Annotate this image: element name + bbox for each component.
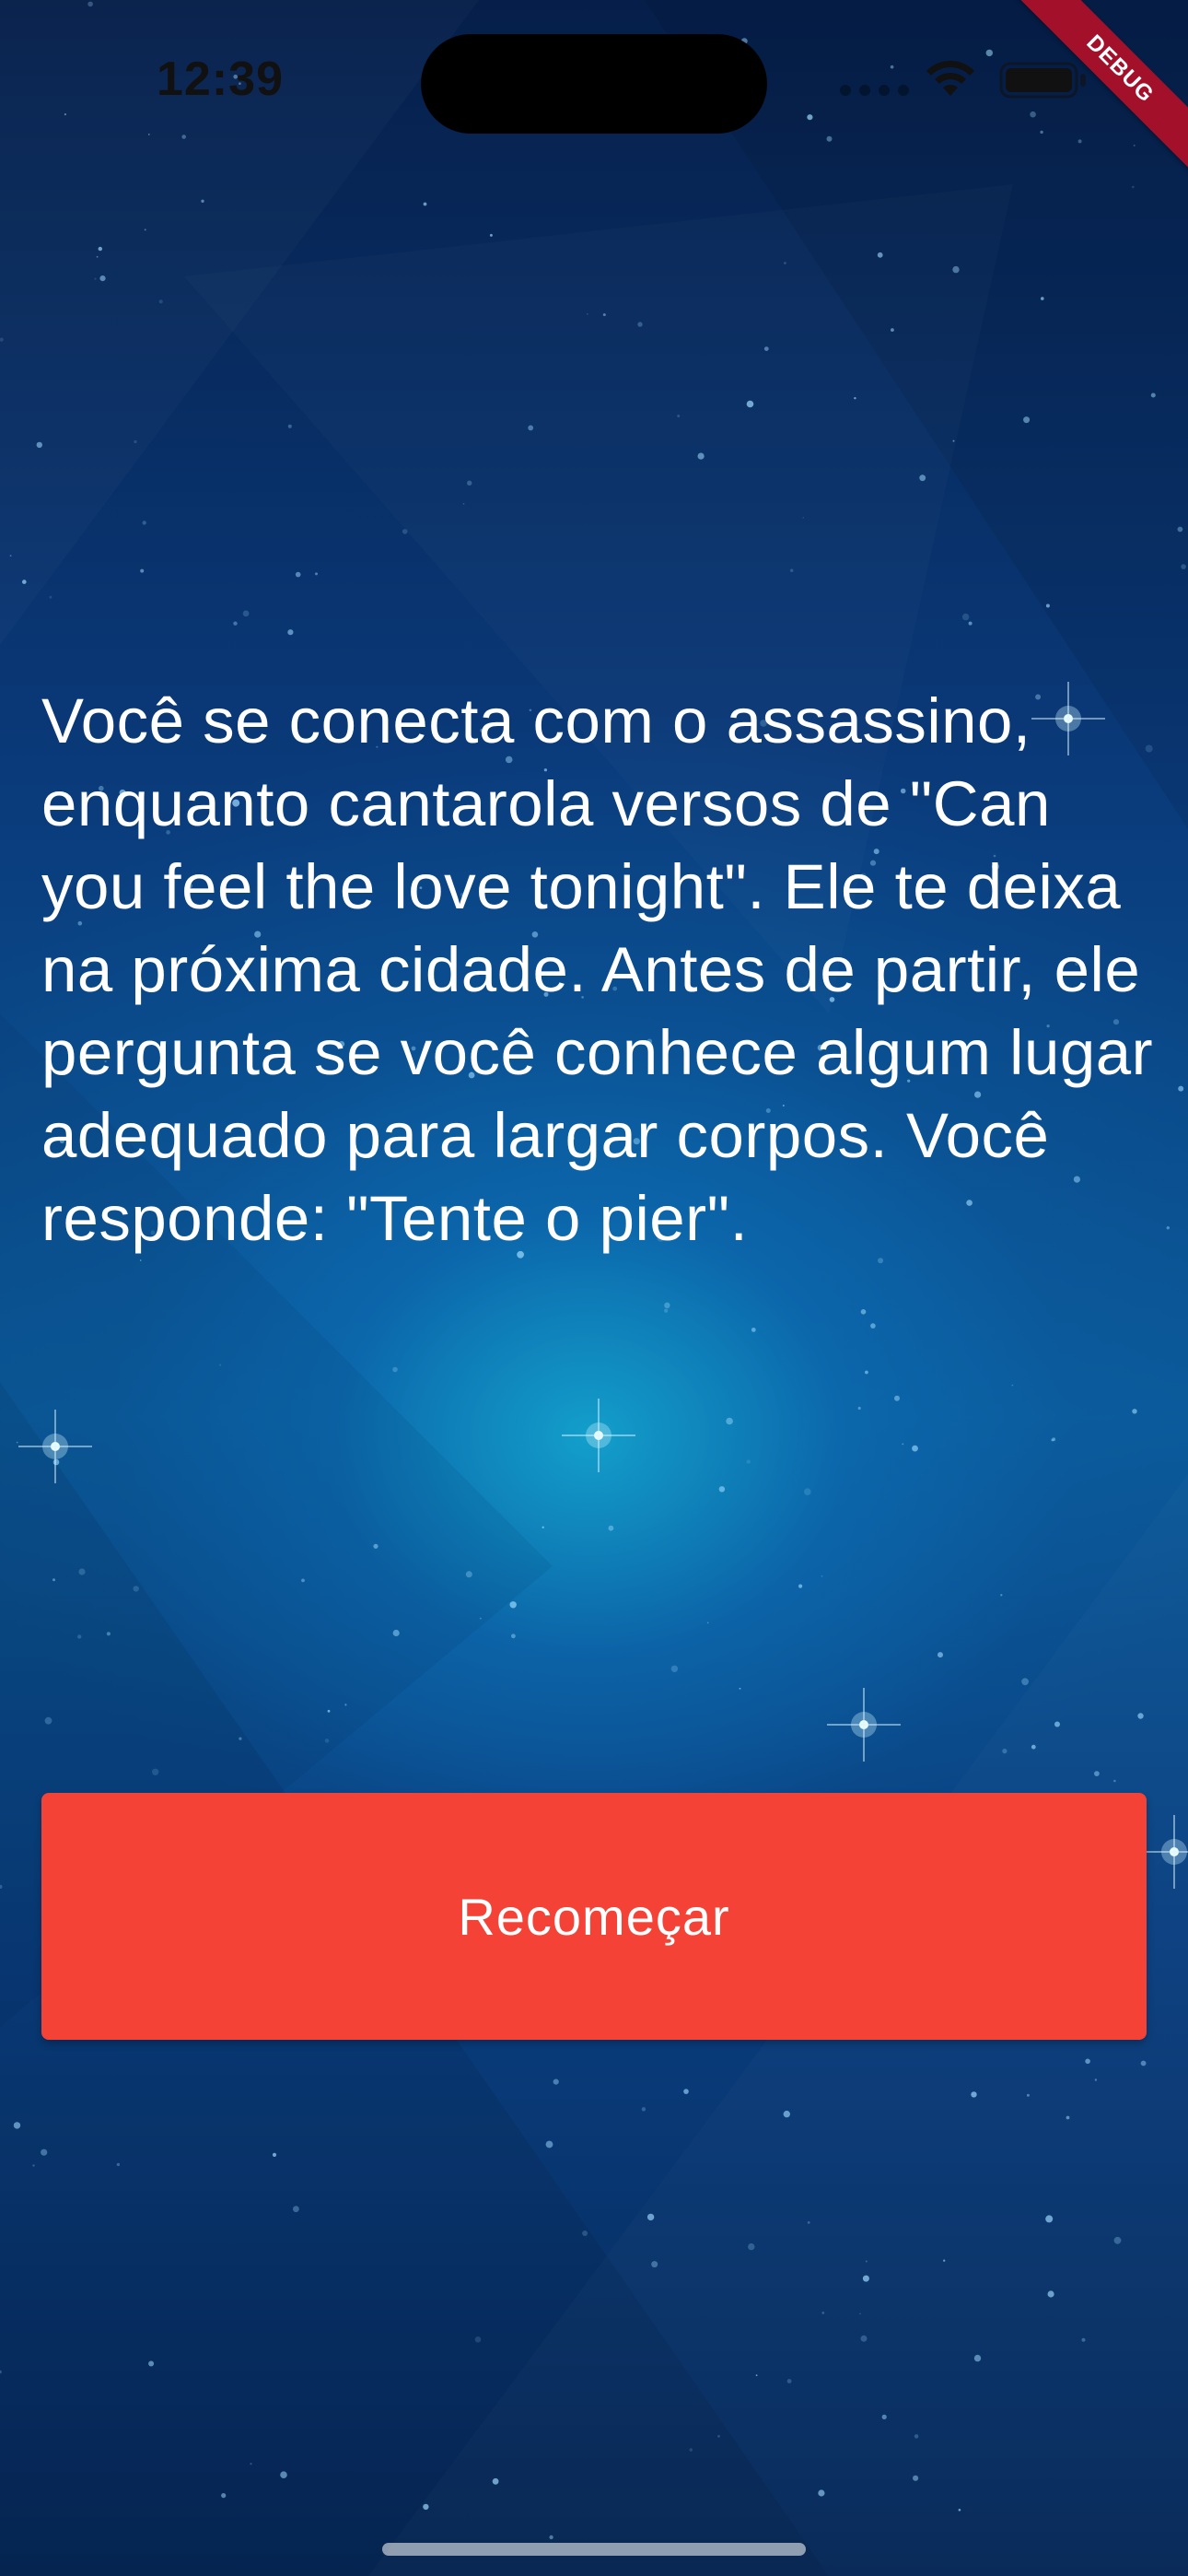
status-time: 12:39 (157, 53, 284, 106)
dynamic-island (421, 34, 767, 134)
restart-button[interactable]: Recomeçar (41, 1793, 1147, 2040)
app-screen: 12:39 DEBUG Você se conecta com o assass… (0, 0, 1188, 2576)
wifi-icon (926, 61, 974, 96)
debug-label: DEBUG (1007, 0, 1188, 182)
cellular-signal-icon (840, 85, 909, 96)
home-indicator[interactable] (382, 2543, 806, 2556)
story-text: Você se conecta com o assassino, enquant… (41, 685, 1154, 1254)
background-stars (0, 1, 1188, 2540)
debug-banner: DEBUG (1004, 0, 1188, 184)
